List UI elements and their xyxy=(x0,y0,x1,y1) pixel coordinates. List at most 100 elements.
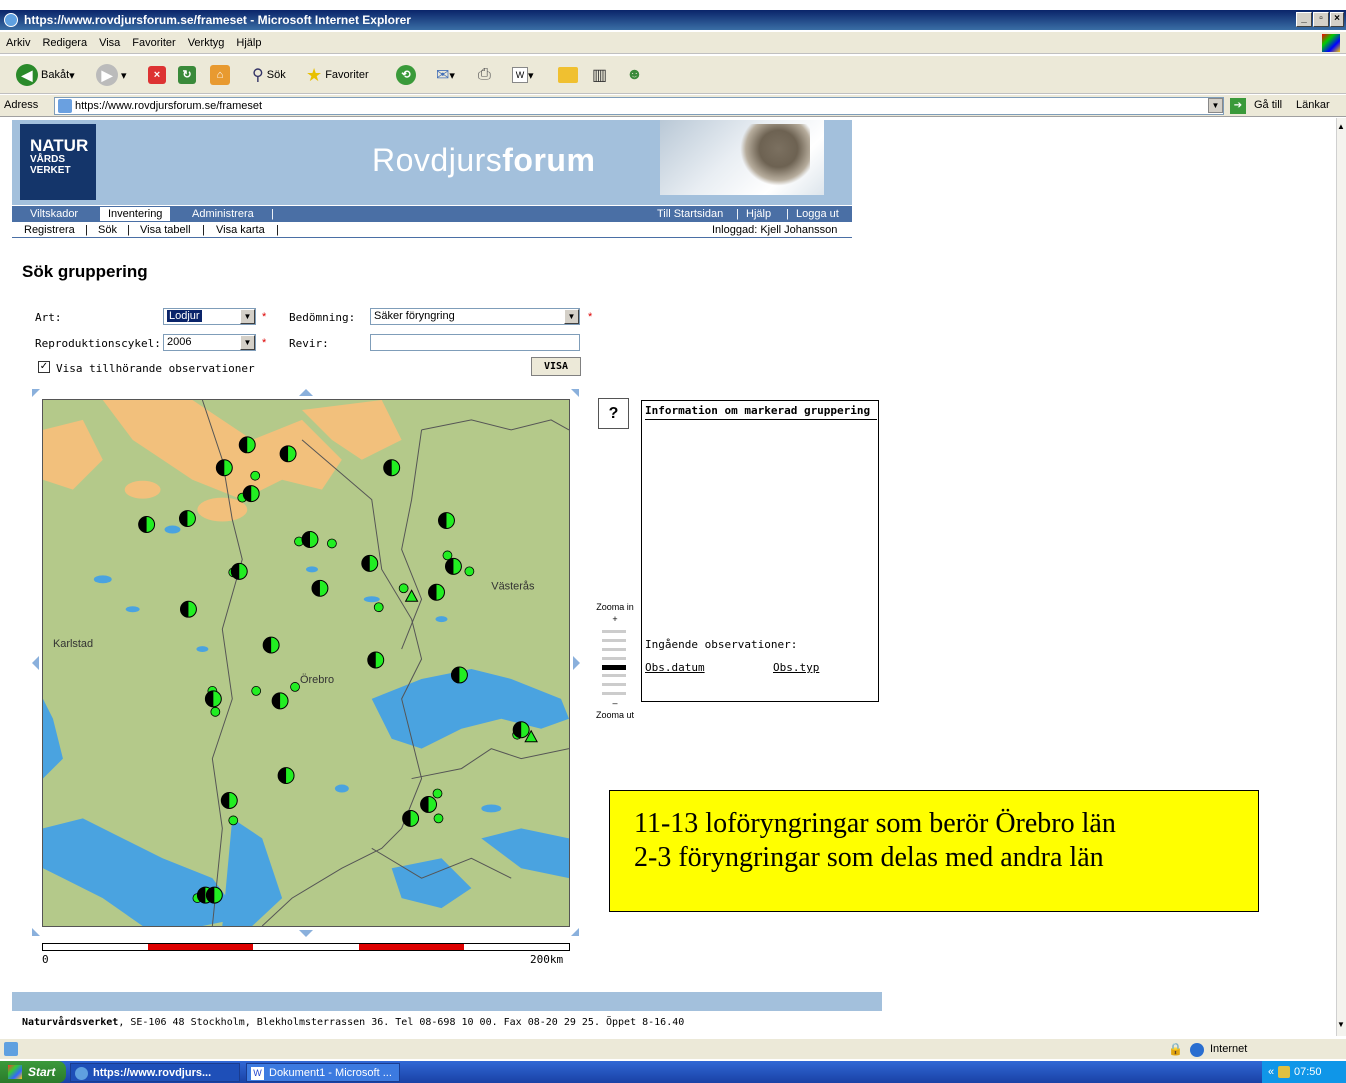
go-arrow-icon[interactable]: ➔ xyxy=(1230,98,1246,114)
grouping-marker[interactable] xyxy=(238,436,256,454)
tray-app-icon[interactable] xyxy=(1278,1066,1290,1078)
link-till-startsidan[interactable]: Till Startsidan xyxy=(657,208,723,220)
grouping-marker[interactable] xyxy=(271,692,289,710)
map-canvas[interactable]: Karlstad Örebro Västerås xyxy=(42,399,570,927)
grouping-marker[interactable] xyxy=(138,516,156,533)
grouping-marker[interactable] xyxy=(512,721,530,739)
grouping-marker[interactable] xyxy=(428,583,445,601)
menu-arkiv[interactable]: Arkiv xyxy=(0,32,36,49)
pan-northeast-arrow[interactable] xyxy=(571,389,579,397)
search-button[interactable]: ⚲ Sök xyxy=(252,62,286,88)
grouping-marker[interactable] xyxy=(220,792,238,809)
research-button[interactable]: ▥ xyxy=(592,62,607,88)
obs-datum-column[interactable]: Obs.datum xyxy=(645,661,705,674)
subnav-visa-tabell[interactable]: Visa tabell xyxy=(140,224,191,236)
grouping-marker[interactable] xyxy=(277,767,295,785)
zoom-level[interactable] xyxy=(602,657,626,660)
messenger-button[interactable]: ☻ xyxy=(626,62,643,88)
edit-button[interactable]: W ▾ xyxy=(512,62,534,88)
home-button[interactable]: ⌂ xyxy=(210,62,233,88)
refresh-button[interactable]: ↻ xyxy=(178,62,199,88)
bedomning-select[interactable]: Säker föryngring ▼ xyxy=(370,308,580,325)
address-input[interactable]: https://www.rovdjursforum.se/frameset xyxy=(54,97,1224,115)
observation-marker[interactable] xyxy=(251,686,262,696)
zoom-level[interactable] xyxy=(602,692,626,695)
naturvardsverket-logo[interactable]: NATUR VÅRDS VERKET xyxy=(20,124,96,200)
help-icon[interactable]: ? xyxy=(598,398,629,429)
scroll-up-icon[interactable]: ▲ xyxy=(1337,122,1345,131)
grouping-marker[interactable] xyxy=(402,809,420,827)
art-select[interactable]: Lodjur ▼ xyxy=(163,308,256,325)
grouping-marker[interactable] xyxy=(230,562,248,580)
print-button[interactable]: ⎙ xyxy=(478,62,491,88)
grouping-marker[interactable] xyxy=(383,459,401,477)
menu-redigera[interactable]: Redigera xyxy=(36,32,93,49)
grouping-marker[interactable] xyxy=(420,795,438,813)
zoom-out-label[interactable]: Zooma ut xyxy=(592,710,638,720)
history-button[interactable]: ⟲ xyxy=(396,62,419,88)
link-logga-ut[interactable]: Logga ut xyxy=(796,208,839,220)
observation-marker[interactable] xyxy=(433,813,444,824)
go-button[interactable]: Gå till xyxy=(1254,99,1282,111)
tab-viltskador[interactable]: Viltskador xyxy=(30,208,78,220)
folder-button[interactable] xyxy=(558,62,578,88)
grouping-marker[interactable] xyxy=(242,485,260,503)
revir-input[interactable] xyxy=(370,334,580,351)
start-button[interactable]: Start xyxy=(0,1061,66,1083)
grouping-marker[interactable] xyxy=(444,557,462,575)
observation-marker[interactable] xyxy=(250,470,261,481)
pan-west-arrow[interactable] xyxy=(32,656,39,670)
grouping-marker[interactable] xyxy=(178,510,196,528)
zoom-level-current[interactable] xyxy=(602,665,626,670)
menu-visa[interactable]: Visa xyxy=(93,32,126,49)
tab-inventering[interactable]: Inventering xyxy=(100,207,171,221)
close-button[interactable]: × xyxy=(1330,12,1344,27)
grouping-marker[interactable] xyxy=(204,690,222,708)
observation-marker[interactable] xyxy=(327,538,337,549)
subnav-registrera[interactable]: Registrera xyxy=(24,224,75,236)
minimize-button[interactable]: _ xyxy=(1296,12,1312,27)
grouping-marker[interactable] xyxy=(367,651,385,669)
menu-verktyg[interactable]: Verktyg xyxy=(182,32,231,49)
tab-administrera[interactable]: Administrera xyxy=(192,208,254,220)
grouping-marker[interactable] xyxy=(301,531,319,548)
observation-marker[interactable] xyxy=(464,566,475,577)
back-button[interactable]: ◀ Bakåt ▾ xyxy=(16,62,75,88)
subnav-visa-karta[interactable]: Visa karta xyxy=(216,224,265,236)
reproduktionscykel-select[interactable]: 2006 ▼ xyxy=(163,334,256,351)
observation-marker[interactable] xyxy=(210,706,221,717)
forward-button[interactable]: ▶ ▾ xyxy=(96,62,127,88)
zoom-level[interactable] xyxy=(602,674,626,677)
grouping-marker[interactable] xyxy=(437,512,455,530)
favorites-button[interactable]: ★ Favoriter xyxy=(306,62,369,88)
grouping-marker[interactable] xyxy=(361,554,379,572)
pan-east-arrow[interactable] xyxy=(573,656,580,670)
pan-south-arrow[interactable] xyxy=(299,930,313,937)
links-button[interactable]: Länkar xyxy=(1296,99,1330,111)
obs-typ-column[interactable]: Obs.typ xyxy=(773,661,819,674)
subnav-sok[interactable]: Sök xyxy=(98,224,117,236)
grouping-marker[interactable] xyxy=(262,636,280,654)
zoom-minus[interactable]: – xyxy=(592,698,638,708)
grouping-marker[interactable] xyxy=(215,459,233,477)
grouping-marker[interactable] xyxy=(279,445,297,463)
taskbar-item-browser[interactable]: https://www.rovdjurs... xyxy=(70,1063,240,1082)
taskbar-item-word[interactable]: W Dokument1 - Microsoft ... xyxy=(246,1063,400,1082)
observation-marker[interactable] xyxy=(228,815,239,826)
mail-button[interactable]: ✉ ▾ xyxy=(436,62,455,88)
grouping-marker[interactable] xyxy=(179,600,197,618)
scroll-down-icon[interactable]: ▼ xyxy=(1337,1020,1345,1029)
link-hjalp[interactable]: Hjälp xyxy=(746,208,771,220)
grouping-marker[interactable] xyxy=(450,666,468,684)
zoom-plus[interactable]: + xyxy=(592,614,638,624)
maximize-button[interactable]: ▫ xyxy=(1313,12,1329,27)
observation-marker[interactable] xyxy=(398,583,409,594)
menu-favoriter[interactable]: Favoriter xyxy=(126,32,181,49)
pan-southwest-arrow[interactable] xyxy=(32,928,40,936)
menu-hjalp[interactable]: Hjälp xyxy=(230,32,267,49)
visa-button[interactable]: VISA xyxy=(531,357,581,376)
address-dropdown-arrow[interactable]: ▼ xyxy=(1208,98,1223,113)
observation-marker[interactable] xyxy=(290,682,300,692)
zoom-level[interactable] xyxy=(602,683,626,686)
vertical-scrollbar[interactable]: ▲ ▼ xyxy=(1336,118,1346,1036)
